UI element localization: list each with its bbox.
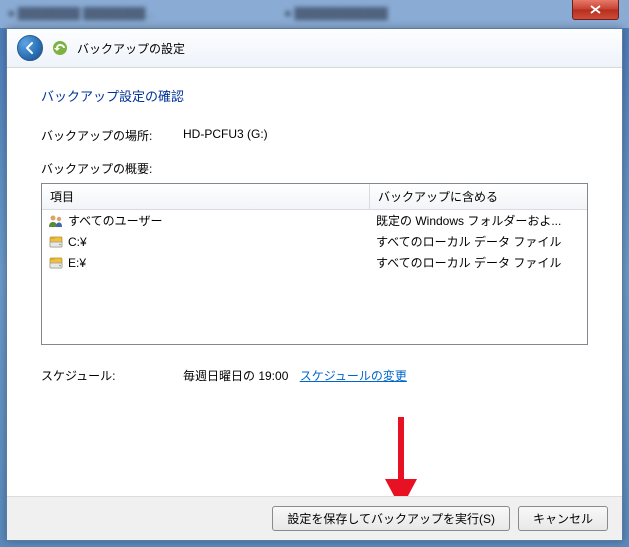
summary-table: 項目 バックアップに含める すべてのユーザー 既定の Windows フォルダーお…: [41, 183, 588, 345]
close-button[interactable]: [572, 0, 619, 20]
backup-icon: [51, 39, 69, 57]
users-icon: [48, 213, 64, 229]
cancel-button[interactable]: キャンセル: [518, 506, 608, 531]
drive-icon: [48, 255, 64, 271]
table-row[interactable]: すべてのユーザー 既定の Windows フォルダーおよ...: [42, 210, 587, 231]
summary-label: バックアップの概要:: [41, 160, 588, 177]
back-button[interactable]: [17, 35, 43, 61]
table-row[interactable]: C:¥ すべてのローカル データ ファイル: [42, 231, 587, 252]
location-value: HD-PCFU3 (G:): [183, 127, 268, 144]
page-title: バックアップ設定の確認: [41, 86, 588, 105]
schedule-change-link[interactable]: スケジュールの変更: [300, 369, 407, 383]
header: バックアップの設定: [7, 29, 622, 68]
dialog-window: バックアップの設定 バックアップ設定の確認 バックアップの場所: HD-PCFU…: [6, 28, 623, 541]
row-item: C:¥: [68, 235, 87, 249]
schedule-value: 毎週日曜日の 19:00: [183, 369, 288, 383]
button-bar: 設定を保存してバックアップを実行(S) キャンセル: [7, 496, 622, 540]
column-header-item[interactable]: 項目: [42, 184, 370, 209]
row-include: すべてのローカル データ ファイル: [370, 253, 587, 272]
header-title: バックアップの設定: [77, 40, 185, 57]
row-include: すべてのローカル データ ファイル: [370, 232, 587, 251]
drive-icon: [48, 234, 64, 250]
table-row[interactable]: E:¥ すべてのローカル データ ファイル: [42, 252, 587, 273]
save-and-run-button[interactable]: 設定を保存してバックアップを実行(S): [272, 506, 510, 531]
row-include: 既定の Windows フォルダーおよ...: [370, 211, 587, 230]
row-item: すべてのユーザー: [68, 212, 162, 229]
location-label: バックアップの場所:: [41, 127, 183, 144]
row-item: E:¥: [68, 256, 86, 270]
schedule-label: スケジュール:: [41, 367, 183, 384]
column-header-include[interactable]: バックアップに含める: [370, 184, 587, 209]
